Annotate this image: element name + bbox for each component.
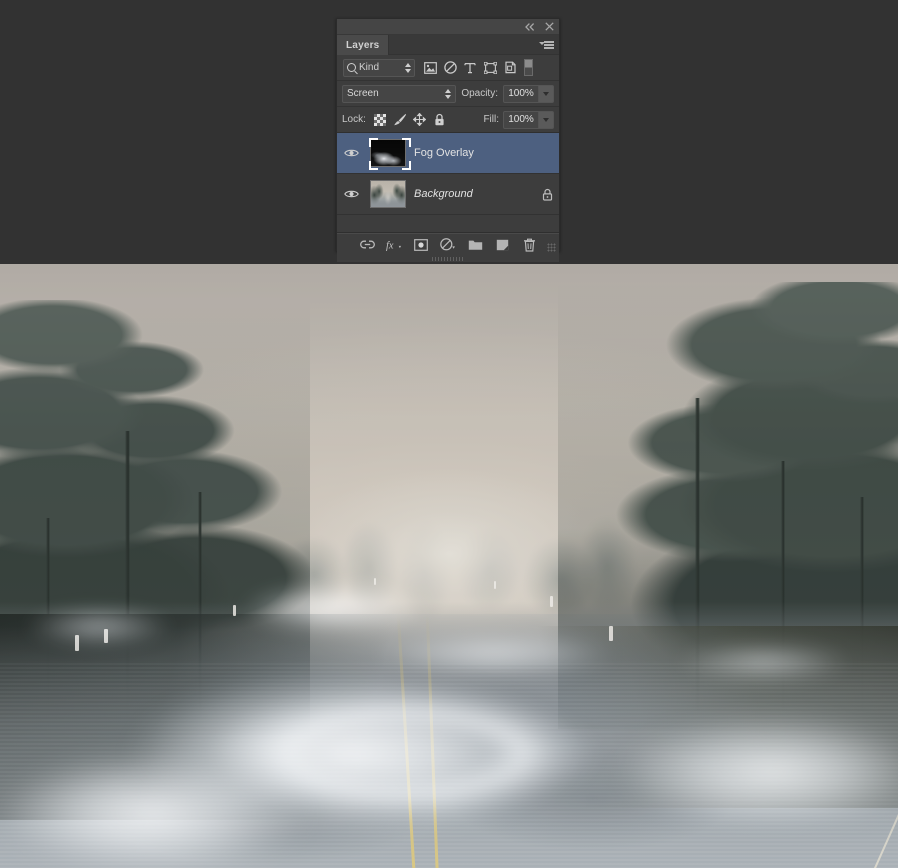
- menu-line: [544, 41, 554, 43]
- panel-title-bar: [337, 19, 559, 35]
- layer-name[interactable]: Background: [410, 188, 535, 200]
- new-layer-button[interactable]: [494, 237, 510, 253]
- filter-type-icons: [420, 58, 533, 78]
- new-adjustment-layer-button[interactable]: [440, 237, 456, 253]
- layer-filter-row: Kind: [337, 55, 559, 81]
- filter-kind-label: Kind: [359, 62, 380, 73]
- layer-thumbnail-wrap[interactable]: [366, 174, 410, 214]
- roadside-marker: [104, 629, 109, 644]
- layer-visibility-toggle[interactable]: [337, 133, 366, 173]
- add-layer-mask-button[interactable]: [413, 237, 429, 253]
- fill-control[interactable]: 100%: [503, 110, 554, 129]
- chevron-updown-icon: [405, 62, 411, 73]
- opacity-control[interactable]: 100%: [503, 84, 554, 103]
- delete-layer-button[interactable]: [521, 237, 537, 253]
- new-group-button[interactable]: [467, 237, 483, 253]
- collapse-icon[interactable]: [524, 21, 535, 32]
- filter-type-layers-icon[interactable]: [460, 58, 480, 78]
- menu-line: [544, 44, 554, 46]
- opacity-label: Opacity:: [461, 88, 498, 99]
- chevron-updown-icon: [445, 88, 452, 99]
- roadside-marker: [373, 578, 376, 586]
- road-reflections: [0, 662, 898, 868]
- layer-row-fog-overlay[interactable]: Fog Overlay: [337, 133, 559, 174]
- lock-row: Lock: Fill: 100%: [337, 107, 559, 133]
- filter-pixel-layers-icon[interactable]: [420, 58, 440, 78]
- filter-kind-select[interactable]: Kind: [343, 58, 415, 77]
- tab-layers[interactable]: Layers: [337, 35, 390, 55]
- lock-icons: [373, 113, 447, 127]
- layers-panel[interactable]: Layers Kind Screen Opacity: 100% Lock: F…: [336, 18, 560, 262]
- tab-bar-filler: [389, 35, 559, 55]
- lock-image-pixels-icon[interactable]: [393, 113, 407, 127]
- roadside-marker: [493, 581, 496, 590]
- layer-visibility-toggle[interactable]: [337, 174, 366, 214]
- layer-style-fx-button[interactable]: fx: [386, 237, 402, 253]
- lock-label: Lock:: [342, 114, 366, 125]
- filter-enable-toggle[interactable]: [524, 59, 533, 76]
- layer-locked-icon: [535, 188, 559, 201]
- panel-bottom-grip[interactable]: [337, 255, 559, 262]
- layers-bottom-toolbar: fx: [337, 233, 559, 255]
- blend-mode-select[interactable]: Screen: [342, 84, 457, 103]
- menu-triangle: [539, 42, 545, 45]
- filter-smart-object-icon[interactable]: [500, 58, 520, 78]
- menu-line: [544, 47, 554, 49]
- lock-transparent-pixels-icon[interactable]: [373, 113, 387, 127]
- fill-dropdown-icon[interactable]: [539, 110, 554, 129]
- layer-list: Fog Overlay Background: [337, 133, 559, 233]
- opacity-input[interactable]: 100%: [503, 84, 539, 103]
- close-icon[interactable]: [544, 21, 555, 32]
- lock-all-icon[interactable]: [433, 113, 447, 127]
- blend-mode-row: Screen Opacity: 100%: [337, 81, 559, 107]
- fill-label: Fill:: [483, 114, 499, 125]
- svg-text:fx: fx: [386, 240, 394, 251]
- fill-input[interactable]: 100%: [503, 110, 539, 129]
- layer-thumbnail-wrap[interactable]: [366, 133, 411, 173]
- background-thumbnail[interactable]: [370, 180, 406, 208]
- lock-position-icon[interactable]: [413, 113, 427, 127]
- document-canvas[interactable]: [0, 264, 898, 868]
- opacity-dropdown-icon[interactable]: [539, 84, 554, 103]
- layer-name[interactable]: Fog Overlay: [410, 147, 535, 159]
- filter-adjustment-layers-icon[interactable]: [440, 58, 460, 78]
- blend-mode-value: Screen: [347, 88, 379, 99]
- roadside-marker: [608, 626, 613, 642]
- search-icon: [347, 63, 356, 72]
- layer-row-background[interactable]: Background: [337, 174, 559, 215]
- panel-resize-grip[interactable]: [547, 243, 556, 252]
- panel-menu-icon[interactable]: [539, 39, 554, 51]
- app-root: Layers Kind Screen Opacity: 100% Lock: F…: [0, 0, 898, 868]
- link-layers-button[interactable]: [359, 237, 375, 253]
- filter-shape-layers-icon[interactable]: [480, 58, 500, 78]
- panel-tab-bar: Layers: [337, 35, 559, 55]
- roadside-marker: [75, 635, 80, 652]
- fog-thumbnail[interactable]: [370, 139, 406, 167]
- tab-layers-label: Layers: [346, 39, 380, 51]
- roadside-marker: [549, 596, 553, 608]
- layer-list-empty-space: [337, 215, 559, 233]
